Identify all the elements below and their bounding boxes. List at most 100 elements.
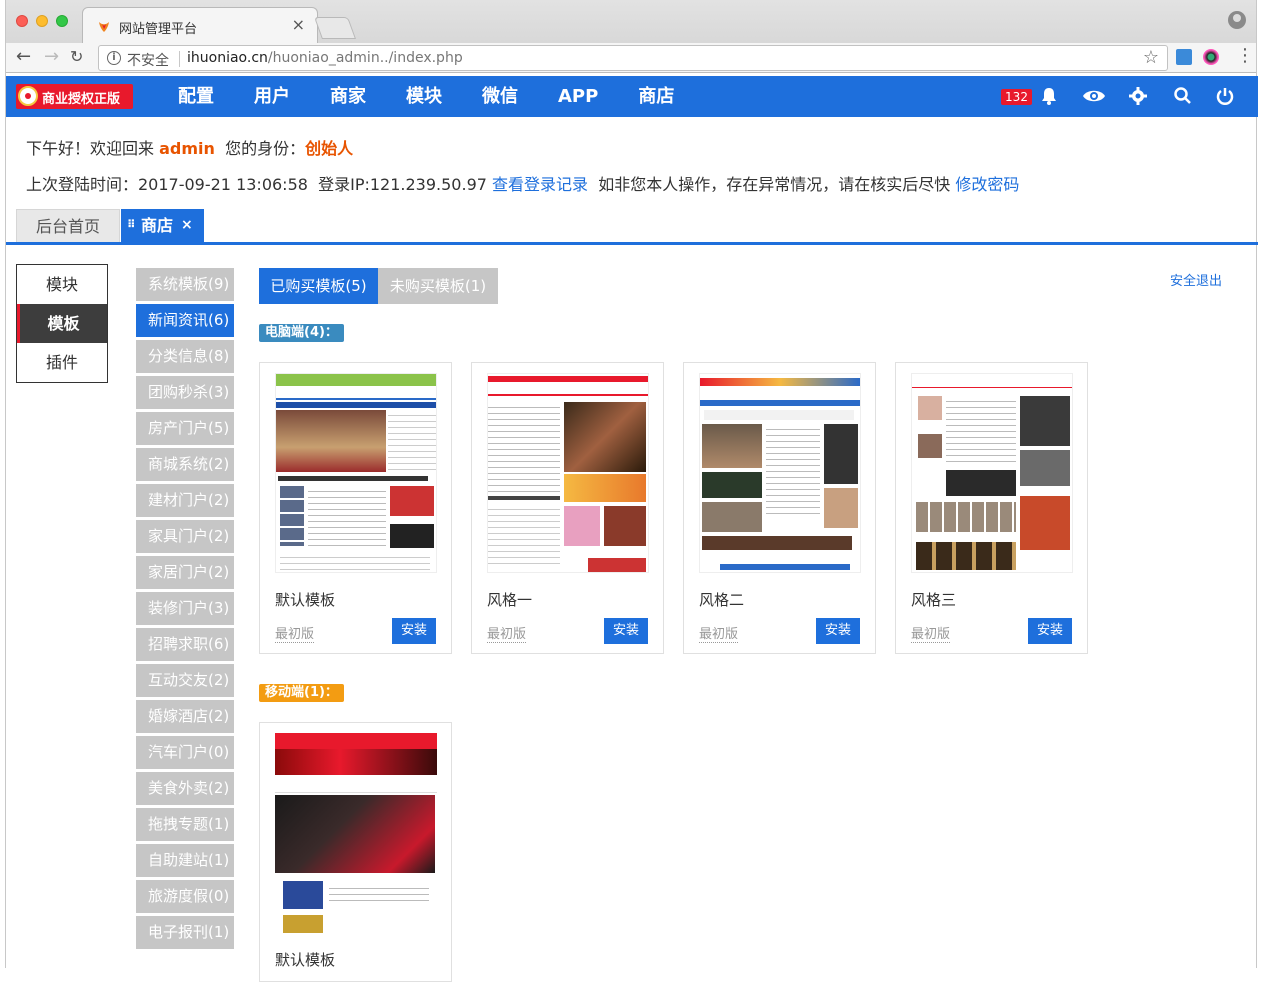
nav-item-plugins[interactable]: 插件	[17, 343, 107, 382]
category-item[interactable]: 房产门户(5)	[136, 412, 234, 445]
close-window-button[interactable]	[16, 15, 28, 27]
notification-count-badge[interactable]: 132	[1001, 89, 1032, 105]
category-item[interactable]: 旅游度假(0)	[136, 880, 234, 913]
last-login-line: 上次登陆时间：2017-09-21 13:06:58 登录IP:121.239.…	[26, 171, 1019, 195]
address-bar[interactable]: i 不安全 ihuoniao.cn/huoniao_admin../index.…	[98, 45, 1168, 71]
browser-menu-icon[interactable]: ⋮	[1236, 45, 1254, 66]
power-icon[interactable]	[1215, 86, 1235, 106]
change-password-link[interactable]: 修改密码	[955, 175, 1019, 194]
minimize-window-button[interactable]	[36, 15, 48, 27]
url-host: ihuoniao.cn	[187, 50, 268, 66]
license-label: 商业授权正版	[42, 92, 121, 107]
template-card: 默认模板 最初版 安装	[259, 362, 452, 654]
bell-icon[interactable]	[1039, 86, 1059, 106]
tab-dashboard[interactable]: 后台首页	[16, 209, 120, 242]
category-item[interactable]: 装修门户(3)	[136, 592, 234, 625]
tab-purchased[interactable]: 已购买模板(5)	[259, 268, 378, 304]
template-name: 默认模板	[275, 951, 336, 969]
eye-icon[interactable]	[1082, 86, 1106, 106]
template-thumbnail[interactable]	[911, 373, 1073, 573]
tab-unpurchased[interactable]: 未购买模板(1)	[378, 268, 498, 304]
browser-tab-title: 网站管理平台	[119, 22, 198, 37]
category-item[interactable]: 拖拽专题(1)	[136, 808, 234, 841]
template-version: 最初版	[487, 623, 527, 643]
nav-store[interactable]: 商店	[638, 76, 674, 117]
mobile-section-label: 移动端(1)：	[259, 684, 344, 702]
install-button[interactable]: 安装	[816, 618, 860, 644]
template-thumbnail[interactable]	[699, 373, 861, 573]
category-item[interactable]: 自助建站(1)	[136, 844, 234, 877]
category-item[interactable]: 互动交友(2)	[136, 664, 234, 697]
search-icon[interactable]	[1173, 86, 1193, 106]
template-card: 默认模板	[259, 722, 452, 982]
role-prefix: 您的身份：	[225, 139, 306, 158]
category-item[interactable]: 分类信息(8)	[136, 340, 234, 373]
main-nav: 配置 用户 商家 模块 微信 APP 商店	[178, 76, 714, 117]
back-arrow-icon[interactable]: ←	[16, 47, 31, 67]
extension-color-icon[interactable]	[1203, 49, 1219, 65]
category-item[interactable]: 电子报刊(1)	[136, 916, 234, 949]
template-version: 最初版	[911, 623, 951, 643]
bookmark-star-icon[interactable]: ☆	[1143, 47, 1159, 68]
greeting-prefix: 下午好！欢迎回来	[26, 139, 155, 158]
template-name: 风格三	[911, 591, 957, 609]
new-tab-button[interactable]	[313, 17, 357, 39]
category-item[interactable]: 新闻资讯(6)	[136, 304, 234, 337]
ribbon-icon	[18, 86, 38, 106]
reload-icon[interactable]: ↻	[70, 47, 83, 67]
template-thumbnail[interactable]	[275, 373, 437, 573]
template-name: 风格二	[699, 591, 745, 609]
category-item[interactable]: 招聘求职(6)	[136, 628, 234, 661]
category-item[interactable]: 系统模板(9)	[136, 268, 234, 301]
browser-tab-close-icon[interactable]: ×	[292, 15, 305, 34]
nav-config[interactable]: 配置	[178, 76, 214, 117]
template-version: 最初版	[275, 623, 315, 643]
last-login-time: 上次登陆时间：2017-09-21 13:06:58	[26, 175, 308, 194]
nav-item-templates[interactable]: 模板	[17, 304, 107, 343]
category-item[interactable]: 团购秒杀(3)	[136, 376, 234, 409]
security-warning-text: 如非您本人操作，存在异常情况，请在核实后尽快	[598, 175, 951, 194]
category-item[interactable]: 汽车门户(0)	[136, 736, 234, 769]
browser-tab[interactable]: 网站管理平台 ×	[82, 7, 318, 44]
category-item[interactable]: 婚嫁酒店(2)	[136, 700, 234, 733]
forward-arrow-icon[interactable]: →	[44, 47, 59, 67]
security-label: 不安全	[127, 53, 169, 69]
gear-icon[interactable]	[1128, 86, 1148, 106]
info-icon[interactable]: i	[107, 51, 121, 65]
window-controls	[16, 15, 68, 27]
category-item[interactable]: 美食外卖(2)	[136, 772, 234, 805]
nav-wechat[interactable]: 微信	[482, 76, 518, 117]
zoom-window-button[interactable]	[56, 15, 68, 27]
category-item[interactable]: 家居门户(2)	[136, 556, 234, 589]
url-path: /huoniao_admin../index.php	[267, 50, 463, 66]
logout-link[interactable]: 安全退出	[1170, 270, 1222, 289]
grid-icon: ⠿	[127, 218, 136, 231]
install-button[interactable]: 安装	[1028, 618, 1072, 644]
nav-merchants[interactable]: 商家	[330, 76, 366, 117]
template-name: 默认模板	[275, 591, 336, 609]
template-name: 风格一	[487, 591, 533, 609]
greeting-line: 下午好！欢迎回来 admin 您的身份：创始人	[26, 135, 353, 159]
template-category-list: 系统模板(9) 新闻资讯(6) 分类信息(8) 团购秒杀(3) 房产门户(5) …	[136, 268, 234, 952]
license-badge: 商业授权正版	[16, 84, 133, 109]
tab-close-icon[interactable]: ×	[181, 209, 193, 242]
tab-store[interactable]: ⠿ 商店 ×	[121, 209, 204, 242]
omnibox-divider	[179, 51, 180, 67]
category-item[interactable]: 家具门户(2)	[136, 520, 234, 553]
install-button[interactable]: 安装	[392, 618, 436, 644]
profile-icon[interactable]	[1228, 11, 1246, 29]
template-thumbnail[interactable]	[487, 373, 649, 573]
nav-item-modules[interactable]: 模块	[17, 265, 107, 304]
extension-s-icon[interactable]	[1176, 49, 1192, 65]
role-value: 创始人	[305, 139, 354, 158]
tab-store-label: 商店	[141, 216, 174, 235]
nav-modules[interactable]: 模块	[406, 76, 442, 117]
url-text[interactable]: ihuoniao.cn/huoniao_admin../index.php	[187, 50, 463, 66]
category-item[interactable]: 建材门户(2)	[136, 484, 234, 517]
nav-users[interactable]: 用户	[254, 76, 290, 117]
install-button[interactable]: 安装	[604, 618, 648, 644]
nav-app[interactable]: APP	[558, 76, 598, 117]
login-history-link[interactable]: 查看登录记录	[492, 175, 588, 194]
template-thumbnail[interactable]	[275, 733, 437, 933]
category-item[interactable]: 商城系统(2)	[136, 448, 234, 481]
